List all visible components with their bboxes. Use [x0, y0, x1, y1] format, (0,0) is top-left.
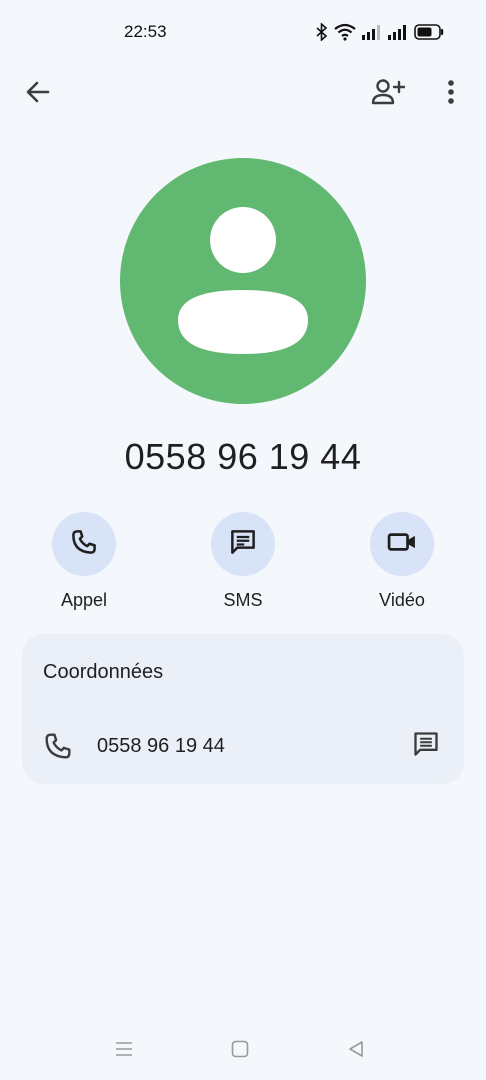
nav-menu-button[interactable] — [109, 1038, 139, 1064]
home-icon — [230, 1039, 250, 1064]
status-icons — [316, 20, 444, 44]
detail-phone-number: 0558 96 19 44 — [97, 735, 225, 757]
bluetooth-icon — [316, 23, 328, 41]
arrow-left-icon — [24, 78, 52, 111]
videocam-icon — [386, 527, 418, 562]
message-icon — [228, 527, 258, 562]
sms-action-button[interactable]: SMS — [188, 512, 298, 611]
more-options-button[interactable] — [434, 74, 468, 114]
add-person-icon — [371, 78, 406, 111]
call-action-button[interactable]: Appel — [29, 512, 139, 611]
message-icon — [411, 730, 441, 763]
system-nav-bar — [0, 1030, 486, 1070]
nav-back-button[interactable] — [341, 1038, 371, 1064]
phone-icon — [42, 730, 74, 762]
video-action-label: Vidéo — [379, 590, 425, 610]
call-action-circle — [52, 512, 116, 576]
contact-number: 0558 96 19 44 — [124, 436, 362, 477]
details-card: Coordonnées 0558 96 19 44 — [22, 634, 464, 784]
call-action-label: Appel — [60, 590, 108, 610]
video-action-button[interactable]: Vidéo — [347, 512, 457, 611]
add-contact-button[interactable] — [368, 74, 408, 114]
status-bar: 22:53 — [0, 0, 486, 64]
back-button[interactable] — [20, 76, 56, 112]
signal-icon — [388, 24, 408, 40]
details-title: Coordonnées — [43, 661, 164, 683]
person-icon — [120, 207, 366, 404]
phone-detail-row[interactable]: 0558 96 19 44 — [22, 720, 464, 772]
contact-avatar — [120, 158, 366, 404]
sms-action-label: SMS — [223, 590, 263, 610]
phone-icon — [69, 527, 99, 562]
detail-message-button[interactable] — [408, 730, 444, 762]
nav-home-button[interactable] — [225, 1038, 255, 1064]
more-vert-icon — [447, 79, 455, 110]
sms-action-circle — [211, 512, 275, 576]
contact-screen: 22:53 0558 96 19 44 Appel SMS Vidéo Coor… — [0, 0, 486, 1080]
video-action-circle — [370, 512, 434, 576]
battery-icon — [414, 24, 444, 40]
status-time: 22:53 — [124, 22, 167, 41]
menu-icon — [114, 1040, 134, 1063]
wifi-icon — [334, 23, 356, 41]
signal-icon — [362, 24, 382, 40]
back-triangle-icon — [346, 1039, 366, 1064]
